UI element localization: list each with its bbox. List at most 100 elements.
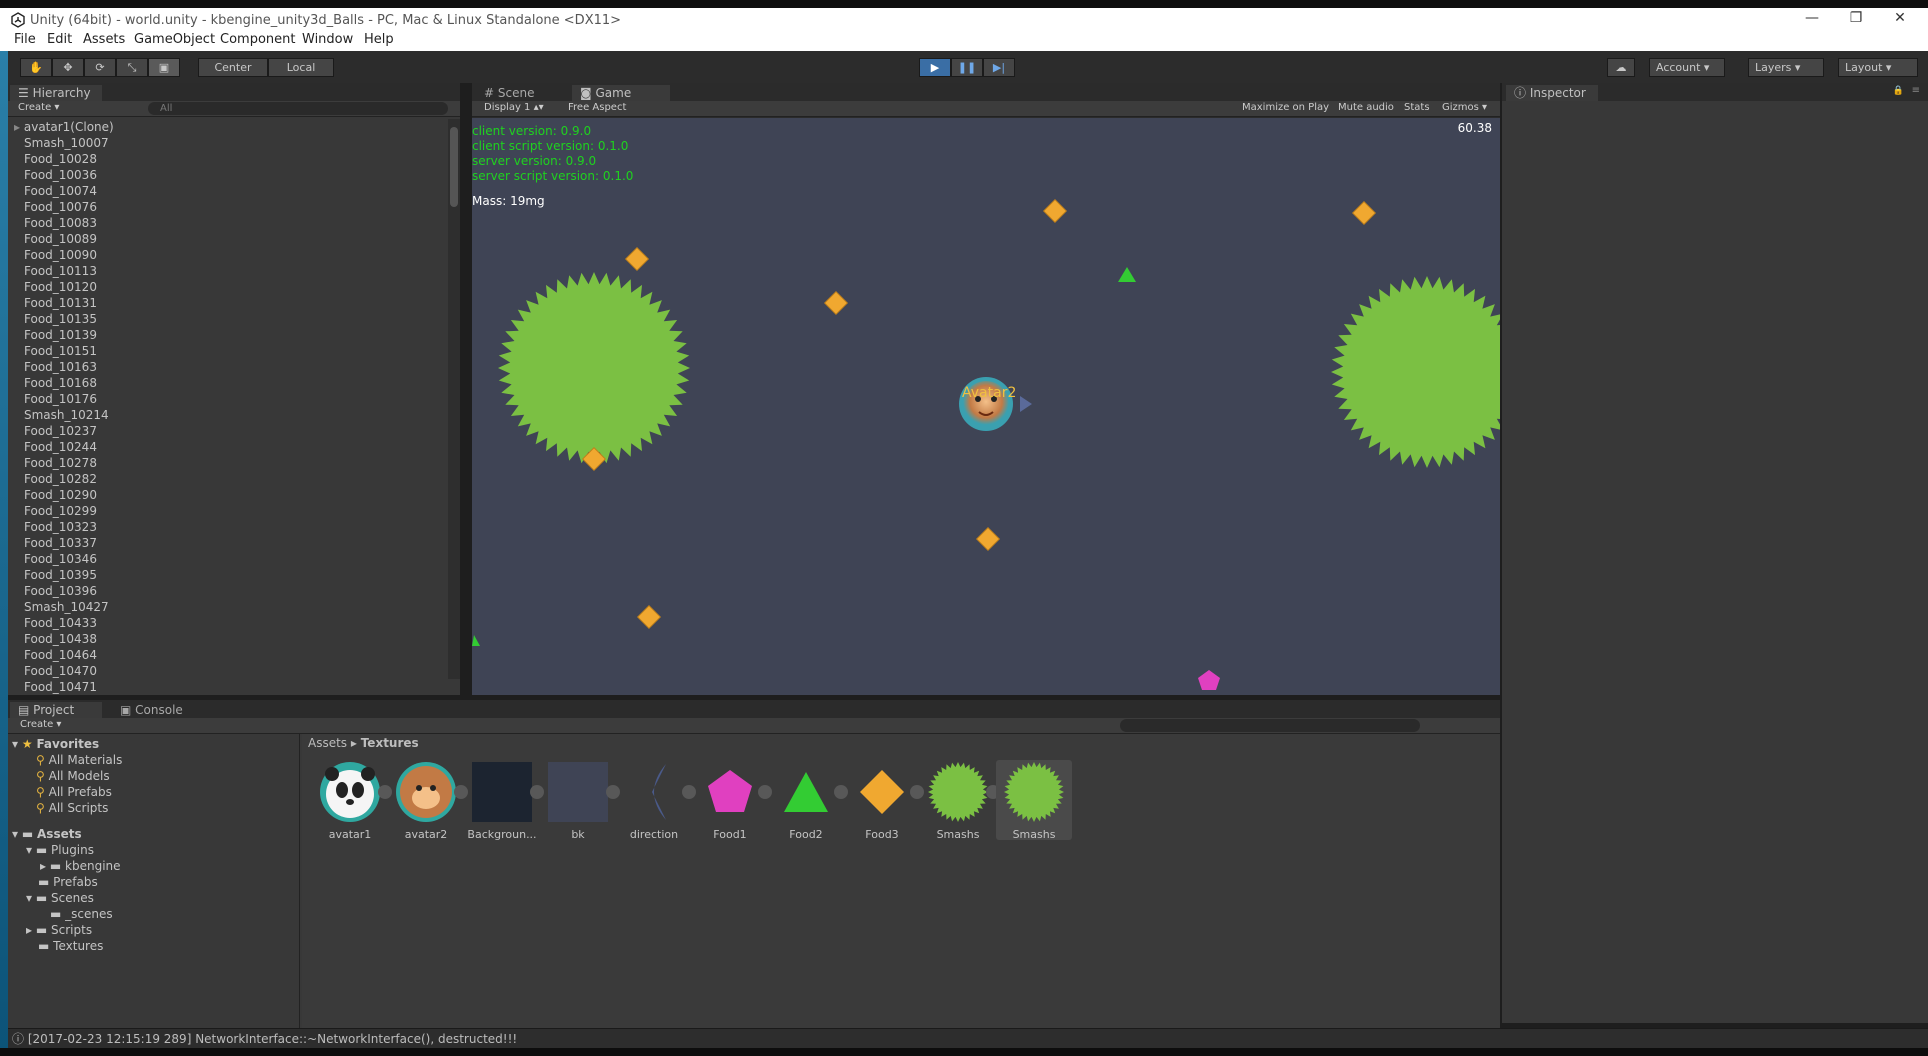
list-item[interactable]: Food_10396 bbox=[8, 583, 453, 599]
list-item[interactable]: Food_10282 bbox=[8, 471, 453, 487]
tree-folder[interactable]: ▸ ▬ Scripts bbox=[26, 922, 92, 938]
list-item[interactable]: Food_10074 bbox=[8, 183, 453, 199]
tree-folder[interactable]: ▬ Textures bbox=[38, 938, 103, 954]
account-dropdown[interactable]: Account ▾ bbox=[1649, 58, 1725, 77]
breadcrumb-current[interactable]: Textures bbox=[361, 736, 419, 750]
tab-game[interactable]: ◙ Game bbox=[572, 85, 670, 101]
texture-asset[interactable]: Food3 bbox=[844, 760, 924, 841]
status-bar[interactable]: ⓘ [2017-02-23 12:15:19 289] NetworkInter… bbox=[8, 1028, 1928, 1048]
tree-folder[interactable]: ▾ ▬ Scenes bbox=[26, 890, 94, 906]
layers-dropdown[interactable]: Layers ▾ bbox=[1748, 58, 1824, 77]
list-item[interactable]: Food_10120 bbox=[8, 279, 453, 295]
favorites-folder[interactable]: ▾ ★ Favorites bbox=[12, 736, 99, 752]
list-item[interactable]: Food_10395 bbox=[8, 567, 453, 583]
tab-hierarchy[interactable]: ☰ Hierarchy bbox=[10, 85, 102, 101]
list-item[interactable]: Food_10083 bbox=[8, 215, 453, 231]
list-item[interactable]: Food_10131 bbox=[8, 295, 453, 311]
breadcrumb-root[interactable]: Assets bbox=[308, 736, 347, 750]
list-item[interactable]: Food_10299 bbox=[8, 503, 453, 519]
tree-folder[interactable]: ▬ Prefabs bbox=[38, 874, 98, 890]
hierarchy-scrollbar[interactable] bbox=[448, 119, 460, 679]
list-item[interactable]: Food_10337 bbox=[8, 535, 453, 551]
project-search-input[interactable] bbox=[1120, 719, 1420, 732]
panel-menu-icon[interactable]: ≡ bbox=[1912, 85, 1920, 96]
favorite-item[interactable]: ⚲ All Materials bbox=[36, 752, 122, 768]
list-item[interactable]: Food_10151 bbox=[8, 343, 453, 359]
tree-folder[interactable]: ▬ _scenes bbox=[50, 906, 113, 922]
list-item[interactable]: Food_10438 bbox=[8, 631, 453, 647]
favorite-item[interactable]: ⚲ All Scripts bbox=[36, 800, 108, 816]
list-item[interactable]: Food_10163 bbox=[8, 359, 453, 375]
tree-folder[interactable]: ▾ ▬ Plugins bbox=[26, 842, 94, 858]
move-tool-button[interactable]: ✥ bbox=[52, 58, 84, 77]
restore-button[interactable]: ❐ bbox=[1836, 10, 1876, 26]
list-item[interactable]: Food_10346 bbox=[8, 551, 453, 567]
tab-inspector[interactable]: ⓘ Inspector bbox=[1506, 85, 1598, 101]
aspect-dropdown[interactable]: Free Aspect bbox=[568, 102, 718, 113]
texture-asset[interactable]: bk bbox=[540, 760, 620, 841]
texture-asset[interactable]: Backgroun... bbox=[464, 760, 544, 841]
list-item[interactable]: Smash_10427 bbox=[8, 599, 453, 615]
texture-asset[interactable]: Food2 bbox=[768, 760, 848, 841]
pause-button[interactable]: ❚❚ bbox=[951, 58, 983, 77]
play-button[interactable]: ▶ bbox=[919, 58, 951, 77]
tab-project[interactable]: ▤ Project bbox=[10, 702, 102, 718]
list-item[interactable]: Food_10244 bbox=[8, 439, 453, 455]
menu-gameobject[interactable]: GameObject bbox=[134, 32, 215, 47]
list-item[interactable]: Smash_10214 bbox=[8, 407, 453, 423]
menu-component[interactable]: Component bbox=[220, 32, 295, 47]
layout-dropdown[interactable]: Layout ▾ bbox=[1838, 58, 1918, 77]
list-item[interactable]: Food_10076 bbox=[8, 199, 453, 215]
menu-file[interactable]: File bbox=[14, 32, 36, 47]
pivot-center-button[interactable]: Center bbox=[198, 58, 268, 77]
gizmos-dropdown[interactable]: Gizmos ▾ bbox=[1442, 102, 1487, 113]
game-viewport[interactable]: client version: 0.9.0 client script vers… bbox=[472, 118, 1500, 695]
mute-audio-toggle[interactable]: Mute audio bbox=[1338, 102, 1394, 113]
minimize-button[interactable]: — bbox=[1792, 10, 1832, 26]
lock-icon[interactable]: 🔒 bbox=[1893, 86, 1904, 96]
list-item[interactable]: Food_10176 bbox=[8, 391, 453, 407]
texture-asset[interactable]: avatar1 bbox=[312, 760, 392, 841]
texture-asset[interactable]: Food1 bbox=[692, 760, 772, 841]
menu-window[interactable]: Window bbox=[302, 32, 353, 47]
tab-console[interactable]: ▣ Console bbox=[112, 702, 202, 718]
tab-scene[interactable]: # Scene bbox=[476, 85, 566, 101]
pivot-local-button[interactable]: Local bbox=[268, 58, 334, 77]
favorite-item[interactable]: ⚲ All Models bbox=[36, 768, 110, 784]
close-button[interactable]: ✕ bbox=[1880, 10, 1920, 26]
menu-assets[interactable]: Assets bbox=[83, 32, 125, 47]
rotate-tool-button[interactable]: ⟳ bbox=[84, 58, 116, 77]
hierarchy-search-input[interactable]: All bbox=[148, 102, 448, 115]
maximize-on-play-toggle[interactable]: Maximize on Play bbox=[1242, 102, 1329, 113]
texture-asset-selected[interactable]: Smashs bbox=[996, 760, 1072, 841]
list-item[interactable]: Food_10028 bbox=[8, 151, 453, 167]
list-item[interactable]: Food_10464 bbox=[8, 647, 453, 663]
scrollbar-thumb[interactable] bbox=[450, 127, 458, 207]
list-item[interactable]: Food_10113 bbox=[8, 263, 453, 279]
list-item[interactable]: ▸ avatar1(Clone) bbox=[8, 119, 453, 135]
rect-tool-button[interactable]: ▣ bbox=[148, 58, 180, 77]
display-dropdown[interactable]: Display 1 ▴▾ bbox=[484, 102, 544, 113]
texture-asset[interactable]: Smashs bbox=[920, 760, 1000, 841]
hand-tool-button[interactable]: ✋ bbox=[20, 58, 52, 77]
list-item[interactable]: Smash_10007 bbox=[8, 135, 453, 151]
list-item[interactable]: Food_10089 bbox=[8, 231, 453, 247]
hierarchy-create-button[interactable]: Create ▾ bbox=[18, 102, 59, 113]
stats-toggle[interactable]: Stats bbox=[1404, 102, 1430, 113]
texture-asset[interactable]: direction bbox=[616, 760, 696, 841]
step-button[interactable]: ▶| bbox=[983, 58, 1015, 77]
list-item[interactable]: Food_10470 bbox=[8, 663, 453, 679]
list-item[interactable]: Food_10323 bbox=[8, 519, 453, 535]
menu-edit[interactable]: Edit bbox=[47, 32, 72, 47]
list-item[interactable]: Food_10278 bbox=[8, 455, 453, 471]
scale-tool-button[interactable]: ⤡ bbox=[116, 58, 148, 77]
menu-help[interactable]: Help bbox=[364, 32, 394, 47]
assets-folder[interactable]: ▾ ▬ Assets bbox=[12, 826, 82, 842]
list-item[interactable]: Food_10290 bbox=[8, 487, 453, 503]
texture-asset[interactable]: avatar2 bbox=[388, 760, 468, 841]
tree-folder[interactable]: ▸ ▬ kbengine bbox=[40, 858, 121, 874]
list-item[interactable]: Food_10433 bbox=[8, 615, 453, 631]
list-item[interactable]: Food_10036 bbox=[8, 167, 453, 183]
list-item[interactable]: Food_10237 bbox=[8, 423, 453, 439]
list-item[interactable]: Food_10168 bbox=[8, 375, 453, 391]
